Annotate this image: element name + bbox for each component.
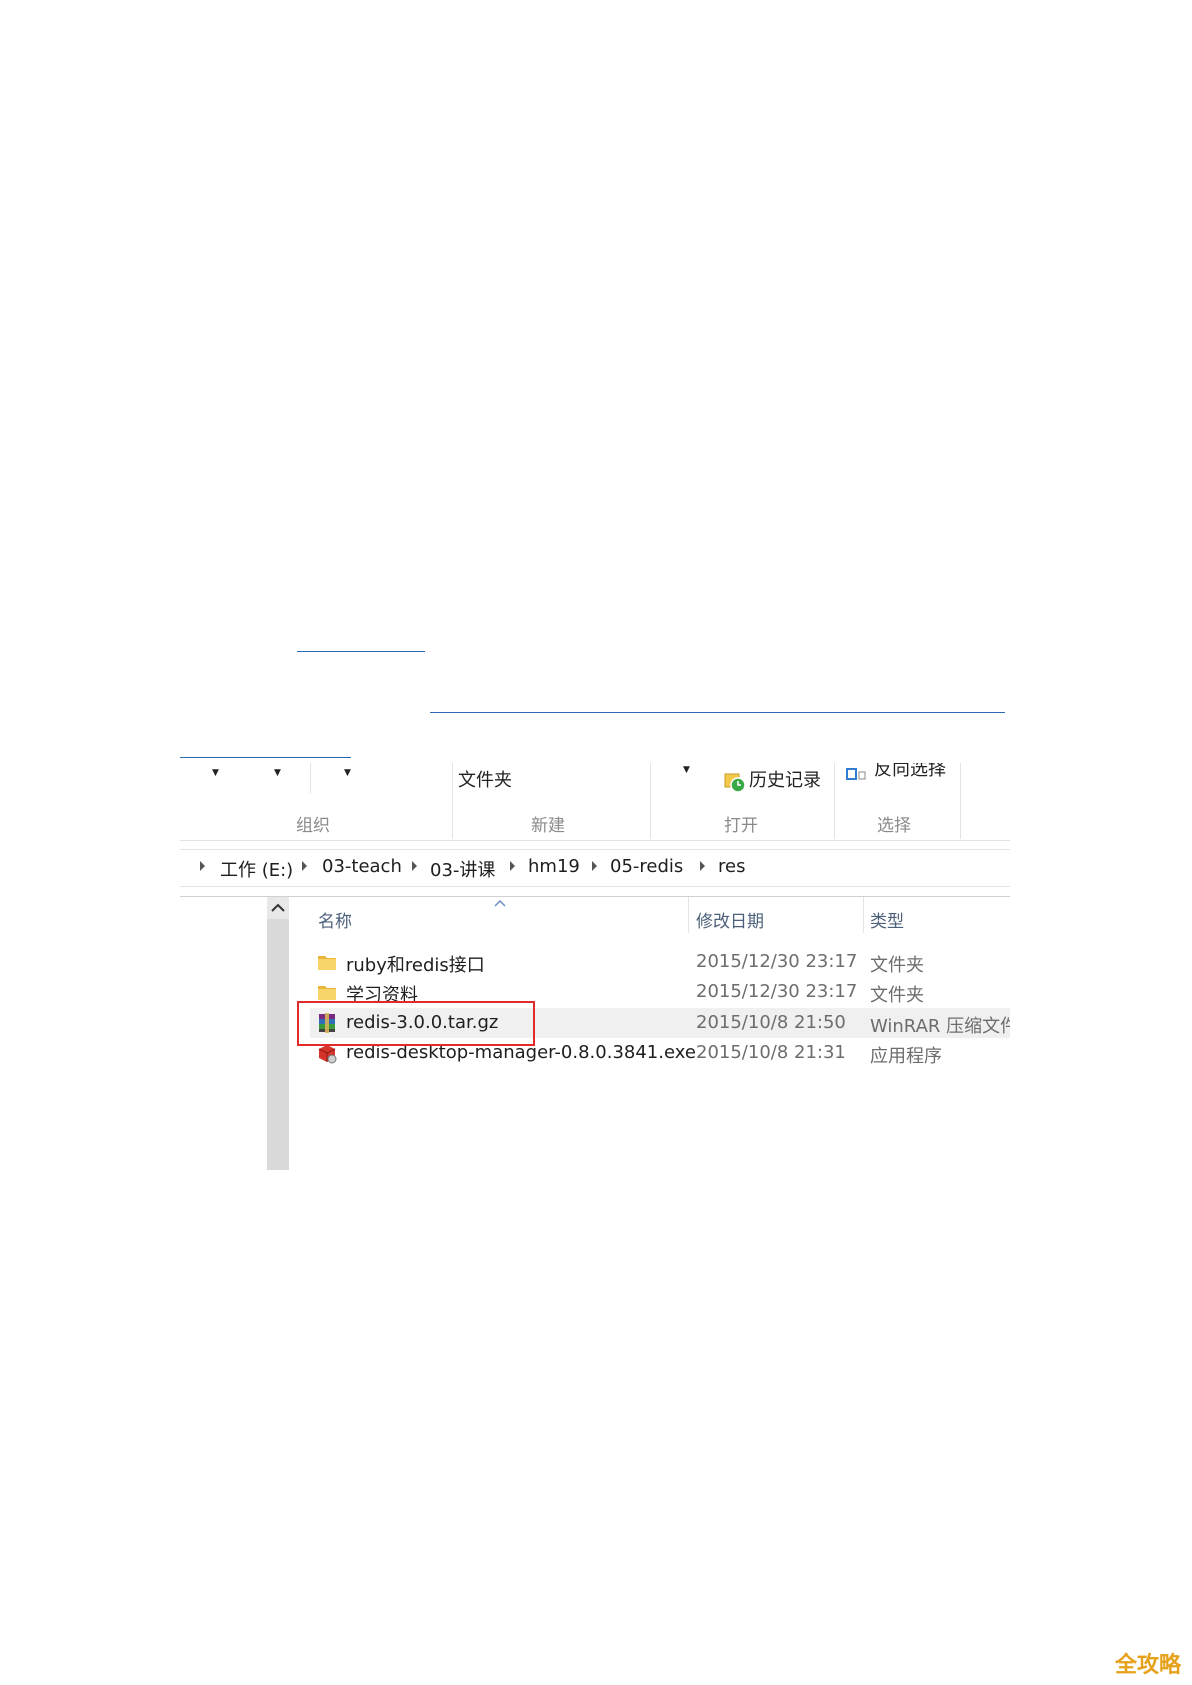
history-button[interactable]: 历史记录 [749,766,821,792]
ribbon-group-select: 选择 [877,816,911,836]
file-explorer-window: ▼ ▼ ▼ 文件夹 ▼ 历史记录 反向选择 组织 新建 打开 选择 › 工 [180,763,1010,1170]
file-type: 应用程序 [870,1046,942,1067]
ribbon-group-new: 新建 [531,816,565,836]
dropdown-arrow-icon[interactable]: ▼ [344,768,351,778]
breadcrumb-item[interactable]: 03-teach [322,856,402,877]
ribbon-border [180,840,1010,841]
breadcrumb-item[interactable]: hm19 [528,856,580,877]
breadcrumb-separator-icon[interactable] [302,861,307,871]
invert-selection-button[interactable]: 反向选择 [874,763,946,779]
dropdown-arrow-icon[interactable]: ▼ [212,768,219,778]
breadcrumb-separator-icon[interactable] [700,861,705,871]
file-type: 文件夹 [870,985,924,1006]
file-date: 2015/12/30 23:17 [696,951,858,972]
invert-selection-icon [846,768,866,780]
breadcrumb-item[interactable]: 05-redis [610,856,683,877]
file-date: 2015/10/8 21:50 [696,1012,846,1033]
ribbon: ▼ ▼ ▼ 文件夹 ▼ 历史记录 反向选择 组织 新建 打开 选择 [180,763,1010,841]
folder-icon [318,956,336,970]
breadcrumb-item[interactable]: res [718,856,745,877]
highlight-box [297,1001,535,1046]
ribbon-separator [650,763,651,839]
ribbon-separator [960,763,961,839]
file-date: 2015/10/8 21:31 [696,1042,846,1063]
link-underline [180,757,351,758]
breadcrumb-item[interactable]: 工作 (E:) [220,856,293,882]
folder-icon [318,986,336,1000]
breadcrumb-item[interactable]: 03-讲课 [430,856,495,882]
column-header-date[interactable]: 修改日期 [696,907,764,932]
sort-ascending-icon[interactable] [494,900,506,907]
ribbon-group-organize: 组织 [296,816,330,836]
link-underline [297,651,425,652]
file-name: ruby和redis接口 [346,955,485,976]
breadcrumb-separator-icon[interactable] [412,861,417,871]
column-header-name[interactable]: 名称 [318,907,352,932]
file-date: 2015/12/30 23:17 [696,981,858,1002]
ribbon-group-open: 打开 [724,816,758,836]
breadcrumb-separator-icon[interactable] [510,861,515,871]
file-row[interactable]: ruby和redis接口 2015/12/30 23:17 文件夹 [310,947,1010,977]
breadcrumb-separator-icon[interactable] [200,861,205,871]
column-separator[interactable] [688,897,689,933]
file-type: 文件夹 [870,955,924,976]
file-type: WinRAR 压缩文件 [870,1016,1010,1037]
column-header-type[interactable]: 类型 [870,907,904,932]
ribbon-separator [452,763,453,839]
history-icon [724,773,746,793]
address-bar[interactable]: › 工作 (E:) 03-teach 03-讲课 hm19 05-redis r… [180,849,1010,887]
breadcrumb-separator-icon[interactable] [592,861,597,871]
breadcrumb-cut-glyph: › [180,856,181,877]
ribbon-separator [834,763,835,839]
scroll-up-button[interactable] [267,897,289,919]
chevron-up-icon [271,903,285,912]
column-separator[interactable] [863,897,864,933]
watermark: 全攻略 [1115,1653,1182,1678]
dropdown-arrow-icon[interactable]: ▼ [274,768,281,778]
dropdown-arrow-icon[interactable]: ▼ [683,765,690,775]
pane-divider [180,896,1010,897]
nav-pane-scrollbar[interactable] [267,897,289,1170]
new-folder-button[interactable]: 文件夹 [458,766,512,792]
ribbon-separator [310,763,311,793]
link-underline [430,712,1005,713]
